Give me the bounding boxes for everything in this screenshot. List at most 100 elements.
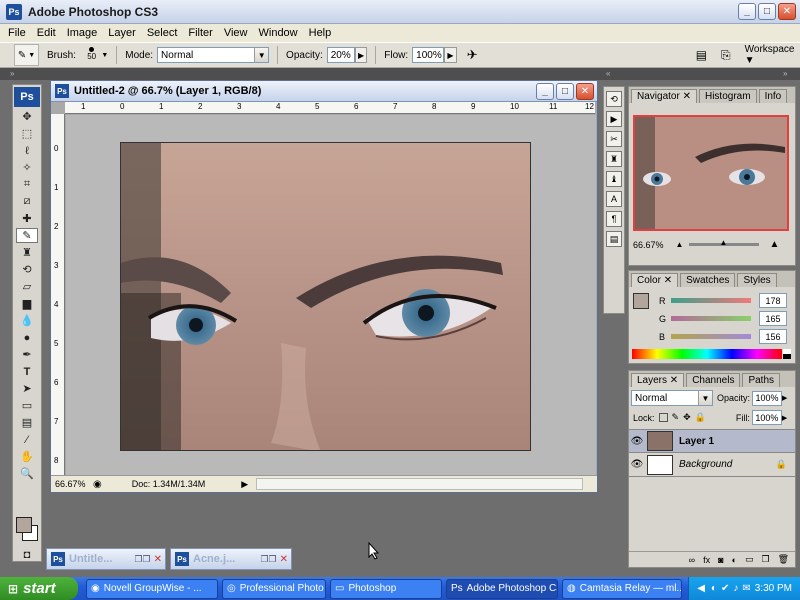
lock-position-icon[interactable]: ✥ [683, 412, 691, 423]
r-slider[interactable] [671, 298, 751, 303]
layer-row[interactable]: 👁 Layer 1 [629, 429, 795, 453]
fill-input[interactable]: 100% [751, 410, 782, 425]
hand-tool-icon[interactable]: ✋ [16, 449, 38, 464]
opacity-input[interactable]: 20% [326, 47, 355, 63]
new-group-icon[interactable]: ▭ [745, 554, 754, 565]
taskbar-item[interactable]: ▭ Photoshop [330, 578, 442, 599]
brush-tool-icon[interactable]: ✎ [16, 228, 38, 243]
fill-arrow-icon[interactable]: ▶ [782, 414, 787, 422]
tab-layers[interactable]: Layers ✕ [631, 373, 685, 387]
layer-opacity-input[interactable]: 100% [752, 390, 783, 406]
tab-color[interactable]: Color ✕ [631, 273, 679, 287]
palette-well-icon[interactable]: ▤ [696, 48, 707, 62]
eye-icon[interactable]: 👁 [629, 459, 645, 470]
layer-comps-icon[interactable]: ▤ [606, 231, 622, 247]
b-slider[interactable] [671, 334, 751, 339]
minimized-document-window[interactable]: Ps Untitle... ❐❐ ✕ [46, 548, 166, 570]
close-button[interactable]: ✕ [778, 3, 796, 20]
clone-stamp-tool-icon[interactable]: ♜ [16, 245, 38, 260]
doc-close-button[interactable]: ✕ [576, 83, 594, 100]
tab-paths[interactable]: Paths [742, 373, 781, 387]
menu-file[interactable]: File [8, 27, 26, 39]
bridge-icon[interactable]: ⎘ [721, 48, 731, 63]
canvas-area[interactable] [66, 115, 596, 476]
r-input[interactable]: 178 [759, 293, 787, 308]
tab-info[interactable]: Info [758, 89, 788, 103]
lock-transparency-icon[interactable] [658, 413, 668, 422]
tool-presets-icon[interactable]: ✂ [606, 131, 622, 147]
taskbar-item[interactable]: ◎Professional Photo R... [222, 578, 326, 599]
eyedropper-tool-icon[interactable]: ⁄ [16, 432, 38, 447]
tab-styles[interactable]: Styles [737, 273, 777, 287]
brush-dropdown-icon[interactable]: ▼ [101, 52, 108, 59]
marquee-tool-icon[interactable]: ⬚ [16, 126, 38, 141]
gradient-tool-icon[interactable]: ▆ [16, 296, 38, 311]
tray-network-icon[interactable]: ◐ [711, 583, 717, 594]
menu-view[interactable]: View [224, 27, 248, 39]
color-spectrum-bar[interactable] [632, 349, 782, 359]
tray-back-icon[interactable]: ◀ [697, 583, 705, 594]
zoom-level[interactable]: 66.67% [55, 479, 87, 489]
pen-tool-icon[interactable]: ✒ [16, 347, 38, 362]
lock-pixels-icon[interactable]: ✎ [672, 412, 680, 423]
horizontal-scrollbar[interactable] [256, 478, 583, 490]
close-icon[interactable]: ✕ [683, 91, 691, 102]
menu-edit[interactable]: Edit [37, 27, 56, 39]
minimize-button[interactable]: _ [738, 3, 756, 20]
path-selection-tool-icon[interactable]: ➤ [16, 381, 38, 396]
layer-mask-icon[interactable]: ◙ [718, 555, 723, 565]
navigator-zoom-slider[interactable]: ▲ [689, 238, 760, 247]
eye-icon[interactable]: 👁 [629, 436, 645, 447]
menu-select[interactable]: Select [147, 27, 178, 39]
layer-name[interactable]: Background [679, 459, 732, 470]
document-title-bar[interactable]: Ps Untitled-2 @ 66.7% (Layer 1, RGB/8) _… [51, 81, 597, 102]
close-icon[interactable]: ✕ [154, 554, 162, 565]
link-layers-icon[interactable]: ∞ [689, 555, 695, 565]
quick-mask-icon[interactable]: ◘ [16, 547, 38, 562]
close-icon[interactable]: ✕ [664, 275, 672, 286]
brush-preset-picker[interactable]: 50 [82, 44, 101, 66]
tab-navigator[interactable]: Navigator ✕ [631, 89, 697, 103]
actions-panel-icon[interactable]: ▶ [606, 111, 622, 127]
menu-help[interactable]: Help [309, 27, 332, 39]
foreground-color-swatch-top[interactable] [16, 517, 32, 533]
b-input[interactable]: 156 [759, 329, 787, 344]
navigator-thumbnail[interactable] [633, 115, 789, 231]
trash-icon[interactable]: 🗑 [778, 554, 789, 565]
history-brush-tool-icon[interactable]: ⟲ [16, 262, 38, 277]
layer-name[interactable]: Layer 1 [679, 436, 714, 447]
collapse-left-icon[interactable]: » [10, 69, 14, 78]
canvas-photo[interactable] [120, 142, 531, 451]
tab-swatches[interactable]: Swatches [680, 273, 736, 287]
taskbar-item[interactable]: ◉ Novell GroupWise - ... [86, 578, 218, 599]
magic-wand-tool-icon[interactable]: ✧ [16, 160, 38, 175]
close-icon[interactable]: ✕ [280, 554, 288, 565]
zoom-in-icon[interactable]: ▲ [769, 239, 779, 250]
airbrush-icon[interactable]: ✈ [467, 47, 478, 63]
paragraph-panel-icon[interactable]: ¶ [606, 211, 622, 227]
eraser-tool-icon[interactable]: ▱ [16, 279, 38, 294]
menu-layer[interactable]: Layer [108, 27, 136, 39]
menu-filter[interactable]: Filter [188, 27, 212, 39]
brushes-panel-icon[interactable]: ♜ [606, 151, 622, 167]
workspace-button[interactable]: Workspace ▼ [745, 44, 800, 66]
taskbar-item-active[interactable]: PsAdobe Photoshop CS3 [446, 578, 558, 599]
menu-window[interactable]: Window [259, 27, 298, 39]
history-panel-icon[interactable]: ⟲ [606, 91, 622, 107]
black-white-swatch[interactable] [783, 349, 791, 359]
slice-tool-icon[interactable]: ⧄ [16, 194, 38, 209]
zoom-out-icon[interactable]: ▲ [676, 240, 684, 249]
taskbar-item[interactable]: ◍ Camtasia Relay — ml... [562, 578, 682, 599]
flow-slider-button[interactable]: ▶ [444, 47, 457, 63]
adjustment-layer-icon[interactable]: ◐ [732, 555, 737, 565]
tray-app-icon[interactable]: ✉ [742, 583, 750, 594]
doc-maximize-button[interactable]: □ [556, 83, 574, 100]
dodge-tool-icon[interactable]: ● [16, 330, 38, 345]
type-tool-icon[interactable]: T [16, 364, 38, 379]
tray-volume-icon[interactable]: ♪ [733, 583, 738, 594]
doc-minimize-button[interactable]: _ [536, 83, 554, 100]
lock-all-icon[interactable]: 🔒 [695, 412, 706, 423]
zoom-tool-icon[interactable]: 🔍 [16, 466, 38, 481]
color-foreground-swatch[interactable] [633, 293, 649, 309]
flow-input[interactable]: 100% [412, 47, 445, 63]
